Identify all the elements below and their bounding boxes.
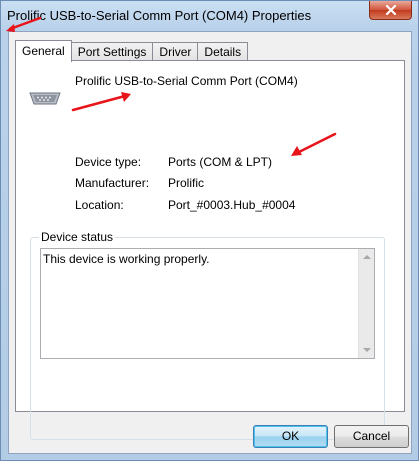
tab-strip: General Port Settings Driver Details	[15, 40, 249, 62]
manufacturer-value: Prolific	[168, 176, 205, 190]
scroll-down-icon[interactable]	[363, 348, 371, 352]
status-scrollbar[interactable]	[358, 249, 374, 358]
device-type-value: Ports (COM & LPT)	[168, 155, 273, 169]
device-status-text: This device is working properly.	[43, 252, 210, 266]
manufacturer-label: Manufacturer:	[75, 176, 150, 190]
close-icon	[385, 5, 397, 15]
close-button[interactable]	[369, 1, 412, 20]
tab-port-settings[interactable]: Port Settings	[70, 42, 154, 61]
device-status-label: Device status	[39, 230, 116, 244]
annotation-arrow-location	[291, 132, 337, 156]
tab-driver[interactable]: Driver	[152, 42, 199, 61]
ok-button[interactable]: OK	[253, 425, 328, 448]
annotation-arrow-title	[6, 16, 42, 32]
location-value: Port_#0003.Hub_#0004	[168, 198, 296, 212]
annotation-arrow-device-name	[71, 92, 131, 112]
tab-general[interactable]: General	[15, 40, 72, 62]
location-label: Location:	[75, 198, 124, 212]
tab-details[interactable]: Details	[197, 42, 249, 61]
scroll-up-icon[interactable]	[363, 255, 371, 259]
title-bar[interactable]: Prolific USB-to-Serial Comm Port (COM4) …	[1, 1, 418, 31]
device-name: Prolific USB-to-Serial Comm Port (COM4)	[75, 74, 298, 88]
cancel-button[interactable]: Cancel	[334, 425, 409, 448]
window-title: Prolific USB-to-Serial Comm Port (COM4) …	[7, 8, 312, 23]
device-type-label: Device type:	[75, 155, 142, 169]
serial-port-icon	[29, 92, 61, 105]
device-status-textbox[interactable]: This device is working properly.	[40, 248, 375, 359]
dialog-client-area: General Port Settings Driver Details Pro…	[8, 31, 412, 454]
properties-window: Prolific USB-to-Serial Comm Port (COM4) …	[0, 0, 419, 461]
